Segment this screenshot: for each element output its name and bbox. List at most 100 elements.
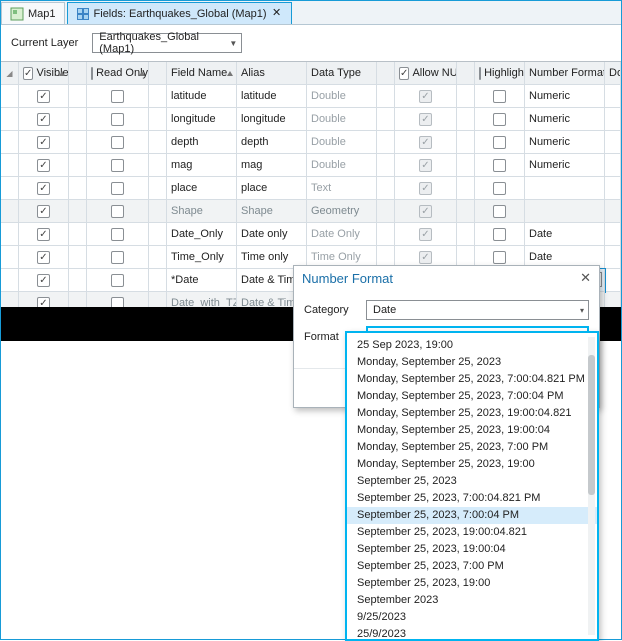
- highlight-cell[interactable]: [475, 200, 525, 223]
- format-option[interactable]: 9/25/2023: [347, 609, 597, 626]
- header-highlight[interactable]: Highlight: [475, 62, 525, 85]
- visible-cell[interactable]: [19, 246, 69, 269]
- format-option[interactable]: Monday, September 25, 2023, 19:00:04.821: [347, 405, 597, 422]
- readonly-cell[interactable]: [87, 85, 149, 108]
- checkbox-icon[interactable]: [493, 251, 506, 264]
- highlight-cell[interactable]: [475, 85, 525, 108]
- checkbox-icon[interactable]: [493, 182, 506, 195]
- table-row[interactable]: latitudelatitudeDoubleNumeric: [1, 85, 621, 108]
- checkbox-icon[interactable]: [493, 228, 506, 241]
- header-domain[interactable]: Domain: [605, 62, 621, 85]
- row-handle[interactable]: [1, 154, 19, 177]
- header-fieldname[interactable]: Field Name: [167, 62, 237, 85]
- checkbox-icon[interactable]: [111, 205, 124, 218]
- domain-cell[interactable]: [605, 246, 621, 269]
- fieldname-cell[interactable]: mag: [167, 154, 237, 177]
- alias-cell[interactable]: mag: [237, 154, 307, 177]
- checkbox-icon[interactable]: [111, 228, 124, 241]
- close-icon[interactable]: ✕: [271, 8, 283, 20]
- alias-cell[interactable]: longitude: [237, 108, 307, 131]
- numberformat-cell[interactable]: [525, 200, 605, 223]
- scrollbar[interactable]: [588, 337, 595, 635]
- readonly-cell[interactable]: [87, 108, 149, 131]
- format-option[interactable]: September 25, 2023: [347, 473, 597, 490]
- checkbox-icon[interactable]: [111, 274, 124, 287]
- visible-cell[interactable]: [19, 200, 69, 223]
- fieldname-cell[interactable]: Shape: [167, 200, 237, 223]
- checkbox-icon[interactable]: [111, 90, 124, 103]
- format-option[interactable]: September 25, 2023, 19:00: [347, 575, 597, 592]
- table-row[interactable]: magmagDoubleNumeric: [1, 154, 621, 177]
- numberformat-cell[interactable]: Numeric: [525, 108, 605, 131]
- numberformat-cell[interactable]: Numeric: [525, 85, 605, 108]
- domain-cell[interactable]: [605, 108, 621, 131]
- row-handle[interactable]: [1, 246, 19, 269]
- format-option[interactable]: September 25, 2023, 7:00:04 PM: [347, 507, 597, 524]
- format-option[interactable]: Monday, September 25, 2023, 19:00: [347, 456, 597, 473]
- fieldname-cell[interactable]: place: [167, 177, 237, 200]
- format-option[interactable]: Monday, September 25, 2023, 7:00 PM: [347, 439, 597, 456]
- checkbox-icon[interactable]: [111, 159, 124, 172]
- checkbox-icon[interactable]: [37, 182, 50, 195]
- table-row[interactable]: depthdepthDoubleNumeric: [1, 131, 621, 154]
- domain-cell[interactable]: [605, 177, 621, 200]
- alias-cell[interactable]: latitude: [237, 85, 307, 108]
- format-option[interactable]: September 25, 2023, 19:00:04: [347, 541, 597, 558]
- visible-cell[interactable]: [19, 108, 69, 131]
- checkbox-icon[interactable]: [111, 113, 124, 126]
- format-options-list[interactable]: 25 Sep 2023, 19:00Monday, September 25, …: [345, 331, 599, 641]
- readonly-cell[interactable]: [87, 177, 149, 200]
- checkbox-icon[interactable]: [493, 136, 506, 149]
- header-allownull[interactable]: Allow NULL: [395, 62, 457, 85]
- checkbox-icon[interactable]: [493, 90, 506, 103]
- domain-cell[interactable]: [605, 200, 621, 223]
- visible-cell[interactable]: [19, 223, 69, 246]
- fieldname-cell[interactable]: longitude: [167, 108, 237, 131]
- domain-cell[interactable]: [605, 269, 621, 292]
- tab-fields[interactable]: Fields: Earthquakes_Global (Map1) ✕: [67, 2, 292, 24]
- format-option[interactable]: Monday, September 25, 2023: [347, 354, 597, 371]
- domain-cell[interactable]: [605, 85, 621, 108]
- category-dropdown[interactable]: Date ▾: [366, 300, 589, 320]
- visible-cell[interactable]: [19, 85, 69, 108]
- checkbox-icon[interactable]: [37, 159, 50, 172]
- scrollbar-thumb[interactable]: [588, 355, 595, 495]
- alias-cell[interactable]: Date only: [237, 223, 307, 246]
- visible-cell[interactable]: [19, 131, 69, 154]
- alias-cell[interactable]: depth: [237, 131, 307, 154]
- highlight-cell[interactable]: [475, 108, 525, 131]
- format-option[interactable]: Monday, September 25, 2023, 7:00:04 PM: [347, 388, 597, 405]
- table-row[interactable]: longitudelongitudeDoubleNumeric: [1, 108, 621, 131]
- header-datatype[interactable]: Data Type: [307, 62, 377, 85]
- visible-cell[interactable]: [19, 154, 69, 177]
- header-rowhandle[interactable]: ◢: [1, 62, 19, 85]
- highlight-cell[interactable]: [475, 131, 525, 154]
- current-layer-dropdown[interactable]: Earthquakes_Global (Map1) ▼: [92, 33, 242, 53]
- highlight-cell[interactable]: [475, 177, 525, 200]
- header-visible[interactable]: Visible: [19, 62, 69, 85]
- tab-map[interactable]: Map1: [1, 2, 65, 24]
- domain-cell[interactable]: [605, 154, 621, 177]
- fieldname-cell[interactable]: Time_Only: [167, 246, 237, 269]
- table-row[interactable]: ShapeShapeGeometry: [1, 200, 621, 223]
- readonly-cell[interactable]: [87, 200, 149, 223]
- header-numberformat[interactable]: Number Format: [525, 62, 605, 85]
- numberformat-cell[interactable]: Date: [525, 223, 605, 246]
- format-option[interactable]: September 25, 2023, 7:00 PM: [347, 558, 597, 575]
- row-handle[interactable]: [1, 177, 19, 200]
- checkbox-icon[interactable]: [37, 90, 50, 103]
- checkbox-icon[interactable]: [111, 251, 124, 264]
- fieldname-cell[interactable]: *Date: [167, 269, 237, 292]
- format-option[interactable]: September 2023: [347, 592, 597, 609]
- highlight-cell[interactable]: [475, 154, 525, 177]
- checkbox-icon[interactable]: [37, 113, 50, 126]
- row-handle[interactable]: [1, 131, 19, 154]
- checkbox-icon[interactable]: [37, 251, 50, 264]
- row-handle[interactable]: [1, 269, 19, 292]
- alias-cell[interactable]: Shape: [237, 200, 307, 223]
- checkbox-icon[interactable]: [37, 205, 50, 218]
- close-icon[interactable]: ✕: [580, 270, 591, 286]
- visible-cell[interactable]: [19, 269, 69, 292]
- highlight-cell[interactable]: [475, 223, 525, 246]
- format-option[interactable]: 25 Sep 2023, 19:00: [347, 337, 597, 354]
